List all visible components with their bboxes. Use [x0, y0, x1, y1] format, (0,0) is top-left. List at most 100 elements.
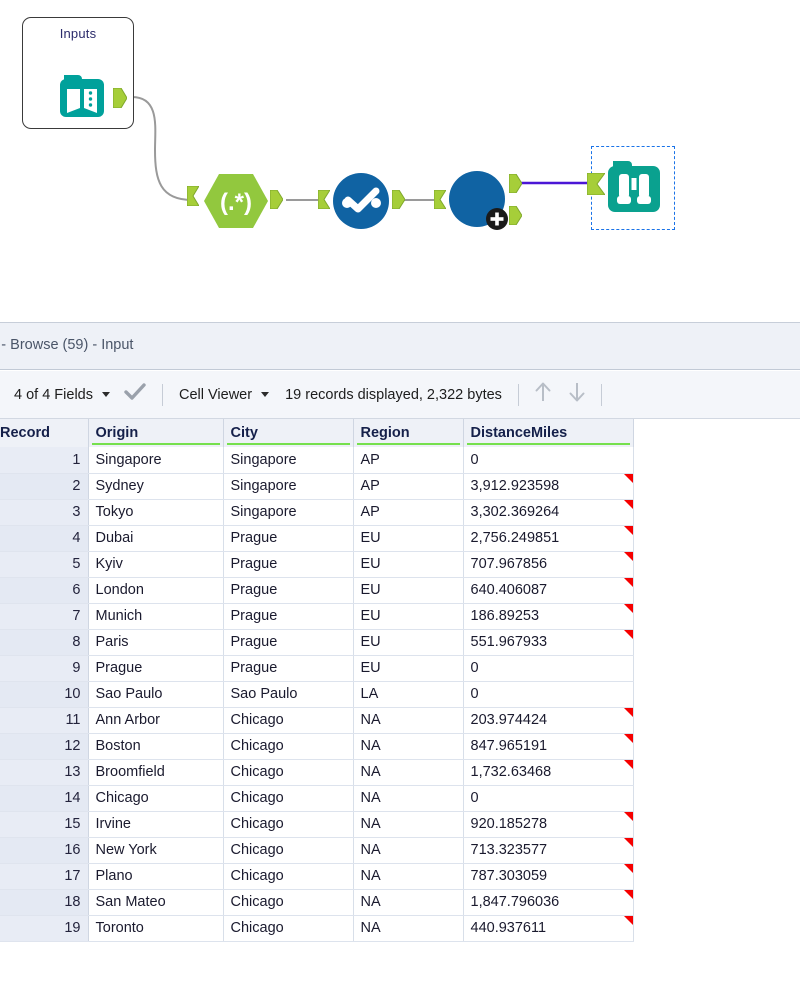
- cell-distance[interactable]: 1,847.796036: [463, 889, 634, 916]
- cell-distance[interactable]: 3,302.369264: [463, 499, 634, 526]
- cell-region[interactable]: EU: [353, 577, 464, 604]
- cell-record[interactable]: 12: [0, 733, 89, 760]
- input-anchor-regex[interactable]: [187, 186, 199, 206]
- cell-origin[interactable]: Boston: [88, 733, 224, 760]
- cell-distance[interactable]: 787.303059: [463, 863, 634, 890]
- output-anchor-join-secondary[interactable]: [509, 206, 522, 225]
- cell-distance[interactable]: 640.406087: [463, 577, 634, 604]
- arrow-up-icon[interactable]: [533, 381, 553, 408]
- cell-record[interactable]: 3: [0, 499, 89, 526]
- cell-distance[interactable]: 0: [463, 447, 634, 474]
- column-header-city[interactable]: City: [223, 419, 354, 447]
- cell-region[interactable]: NA: [353, 863, 464, 890]
- cell-region[interactable]: EU: [353, 629, 464, 656]
- cell-record[interactable]: 18: [0, 889, 89, 916]
- cell-city[interactable]: Chicago: [223, 863, 354, 890]
- output-anchor-input[interactable]: [113, 88, 127, 108]
- table-row[interactable]: 5 Kyiv Prague EU 707.967856: [0, 551, 634, 578]
- cell-origin[interactable]: Irvine: [88, 811, 224, 838]
- cell-city[interactable]: Prague: [223, 577, 354, 604]
- cell-distance[interactable]: 551.967933: [463, 629, 634, 656]
- table-row[interactable]: 12 Boston Chicago NA 847.965191: [0, 733, 634, 760]
- cell-record[interactable]: 5: [0, 551, 89, 578]
- cell-distance[interactable]: 920.185278: [463, 811, 634, 838]
- cell-origin[interactable]: Broomfield: [88, 759, 224, 786]
- table-row[interactable]: 1 Singapore Singapore AP 0: [0, 447, 634, 474]
- cell-record[interactable]: 1: [0, 447, 89, 474]
- input-anchor-join[interactable]: [434, 190, 446, 209]
- cell-record[interactable]: 19: [0, 915, 89, 942]
- cell-region[interactable]: AP: [353, 473, 464, 500]
- column-header-record[interactable]: Record: [0, 419, 89, 447]
- cell-city[interactable]: Singapore: [223, 499, 354, 526]
- cell-distance[interactable]: 0: [463, 655, 634, 682]
- cell-region[interactable]: LA: [353, 681, 464, 708]
- cell-city[interactable]: Prague: [223, 655, 354, 682]
- cell-origin[interactable]: London: [88, 577, 224, 604]
- cell-region[interactable]: NA: [353, 889, 464, 916]
- cell-record[interactable]: 6: [0, 577, 89, 604]
- cell-viewer-dropdown[interactable]: Cell Viewer: [179, 387, 270, 403]
- cell-origin[interactable]: Toronto: [88, 915, 224, 942]
- column-header-origin[interactable]: Origin: [88, 419, 224, 447]
- cell-origin[interactable]: Kyiv: [88, 551, 224, 578]
- table-row[interactable]: 13 Broomfield Chicago NA 1,732.63468: [0, 759, 634, 786]
- cell-record[interactable]: 7: [0, 603, 89, 630]
- table-row[interactable]: 14 Chicago Chicago NA 0: [0, 785, 634, 812]
- cell-origin[interactable]: Singapore: [88, 447, 224, 474]
- table-row[interactable]: 17 Plano Chicago NA 787.303059: [0, 863, 634, 890]
- cell-region[interactable]: NA: [353, 811, 464, 838]
- output-anchor-filter[interactable]: [392, 190, 405, 209]
- cell-distance[interactable]: 186.89253: [463, 603, 634, 630]
- cell-city[interactable]: Chicago: [223, 759, 354, 786]
- cell-city[interactable]: Singapore: [223, 447, 354, 474]
- cell-origin[interactable]: San Mateo: [88, 889, 224, 916]
- cell-origin[interactable]: Sydney: [88, 473, 224, 500]
- cell-region[interactable]: EU: [353, 655, 464, 682]
- cell-record[interactable]: 2: [0, 473, 89, 500]
- cell-region[interactable]: NA: [353, 837, 464, 864]
- cell-distance[interactable]: 0: [463, 785, 634, 812]
- table-row[interactable]: 6 London Prague EU 640.406087: [0, 577, 634, 604]
- cell-city[interactable]: Chicago: [223, 915, 354, 942]
- cell-city[interactable]: Prague: [223, 551, 354, 578]
- table-row[interactable]: 4 Dubai Prague EU 2,756.249851: [0, 525, 634, 552]
- cell-city[interactable]: Singapore: [223, 473, 354, 500]
- cell-distance[interactable]: 707.967856: [463, 551, 634, 578]
- cell-city[interactable]: Chicago: [223, 707, 354, 734]
- column-header-region[interactable]: Region: [353, 419, 464, 447]
- cell-origin[interactable]: Sao Paulo: [88, 681, 224, 708]
- cell-city[interactable]: Sao Paulo: [223, 681, 354, 708]
- table-row[interactable]: 19 Toronto Chicago NA 440.937611: [0, 915, 634, 942]
- cell-region[interactable]: NA: [353, 707, 464, 734]
- cell-region[interactable]: EU: [353, 525, 464, 552]
- column-header-distancemiles[interactable]: DistanceMiles: [463, 419, 634, 447]
- cell-record[interactable]: 15: [0, 811, 89, 838]
- cell-city[interactable]: Chicago: [223, 889, 354, 916]
- fields-dropdown[interactable]: 4 of 4 Fields: [14, 387, 110, 403]
- cell-origin[interactable]: Chicago: [88, 785, 224, 812]
- table-row[interactable]: 3 Tokyo Singapore AP 3,302.369264: [0, 499, 634, 526]
- apply-check-icon[interactable]: [124, 383, 146, 406]
- cell-origin[interactable]: Dubai: [88, 525, 224, 552]
- results-grid[interactable]: Record Origin City Region DistanceMiles: [0, 419, 634, 942]
- cell-region[interactable]: NA: [353, 785, 464, 812]
- cell-region[interactable]: EU: [353, 551, 464, 578]
- cell-record[interactable]: 8: [0, 629, 89, 656]
- table-row[interactable]: 11 Ann Arbor Chicago NA 203.974424: [0, 707, 634, 734]
- output-anchor-regex[interactable]: [270, 190, 283, 209]
- cell-record[interactable]: 4: [0, 525, 89, 552]
- cell-region[interactable]: NA: [353, 733, 464, 760]
- cell-record[interactable]: 17: [0, 863, 89, 890]
- cell-origin[interactable]: Tokyo: [88, 499, 224, 526]
- cell-origin[interactable]: Plano: [88, 863, 224, 890]
- cell-distance[interactable]: 440.937611: [463, 915, 634, 942]
- cell-distance[interactable]: 847.965191: [463, 733, 634, 760]
- table-row[interactable]: 10 Sao Paulo Sao Paulo LA 0: [0, 681, 634, 708]
- cell-region[interactable]: AP: [353, 499, 464, 526]
- workflow-canvas[interactable]: Inputs (.*): [0, 0, 800, 322]
- cell-record[interactable]: 9: [0, 655, 89, 682]
- cell-city[interactable]: Prague: [223, 525, 354, 552]
- cell-city[interactable]: Prague: [223, 629, 354, 656]
- cell-distance[interactable]: 2,756.249851: [463, 525, 634, 552]
